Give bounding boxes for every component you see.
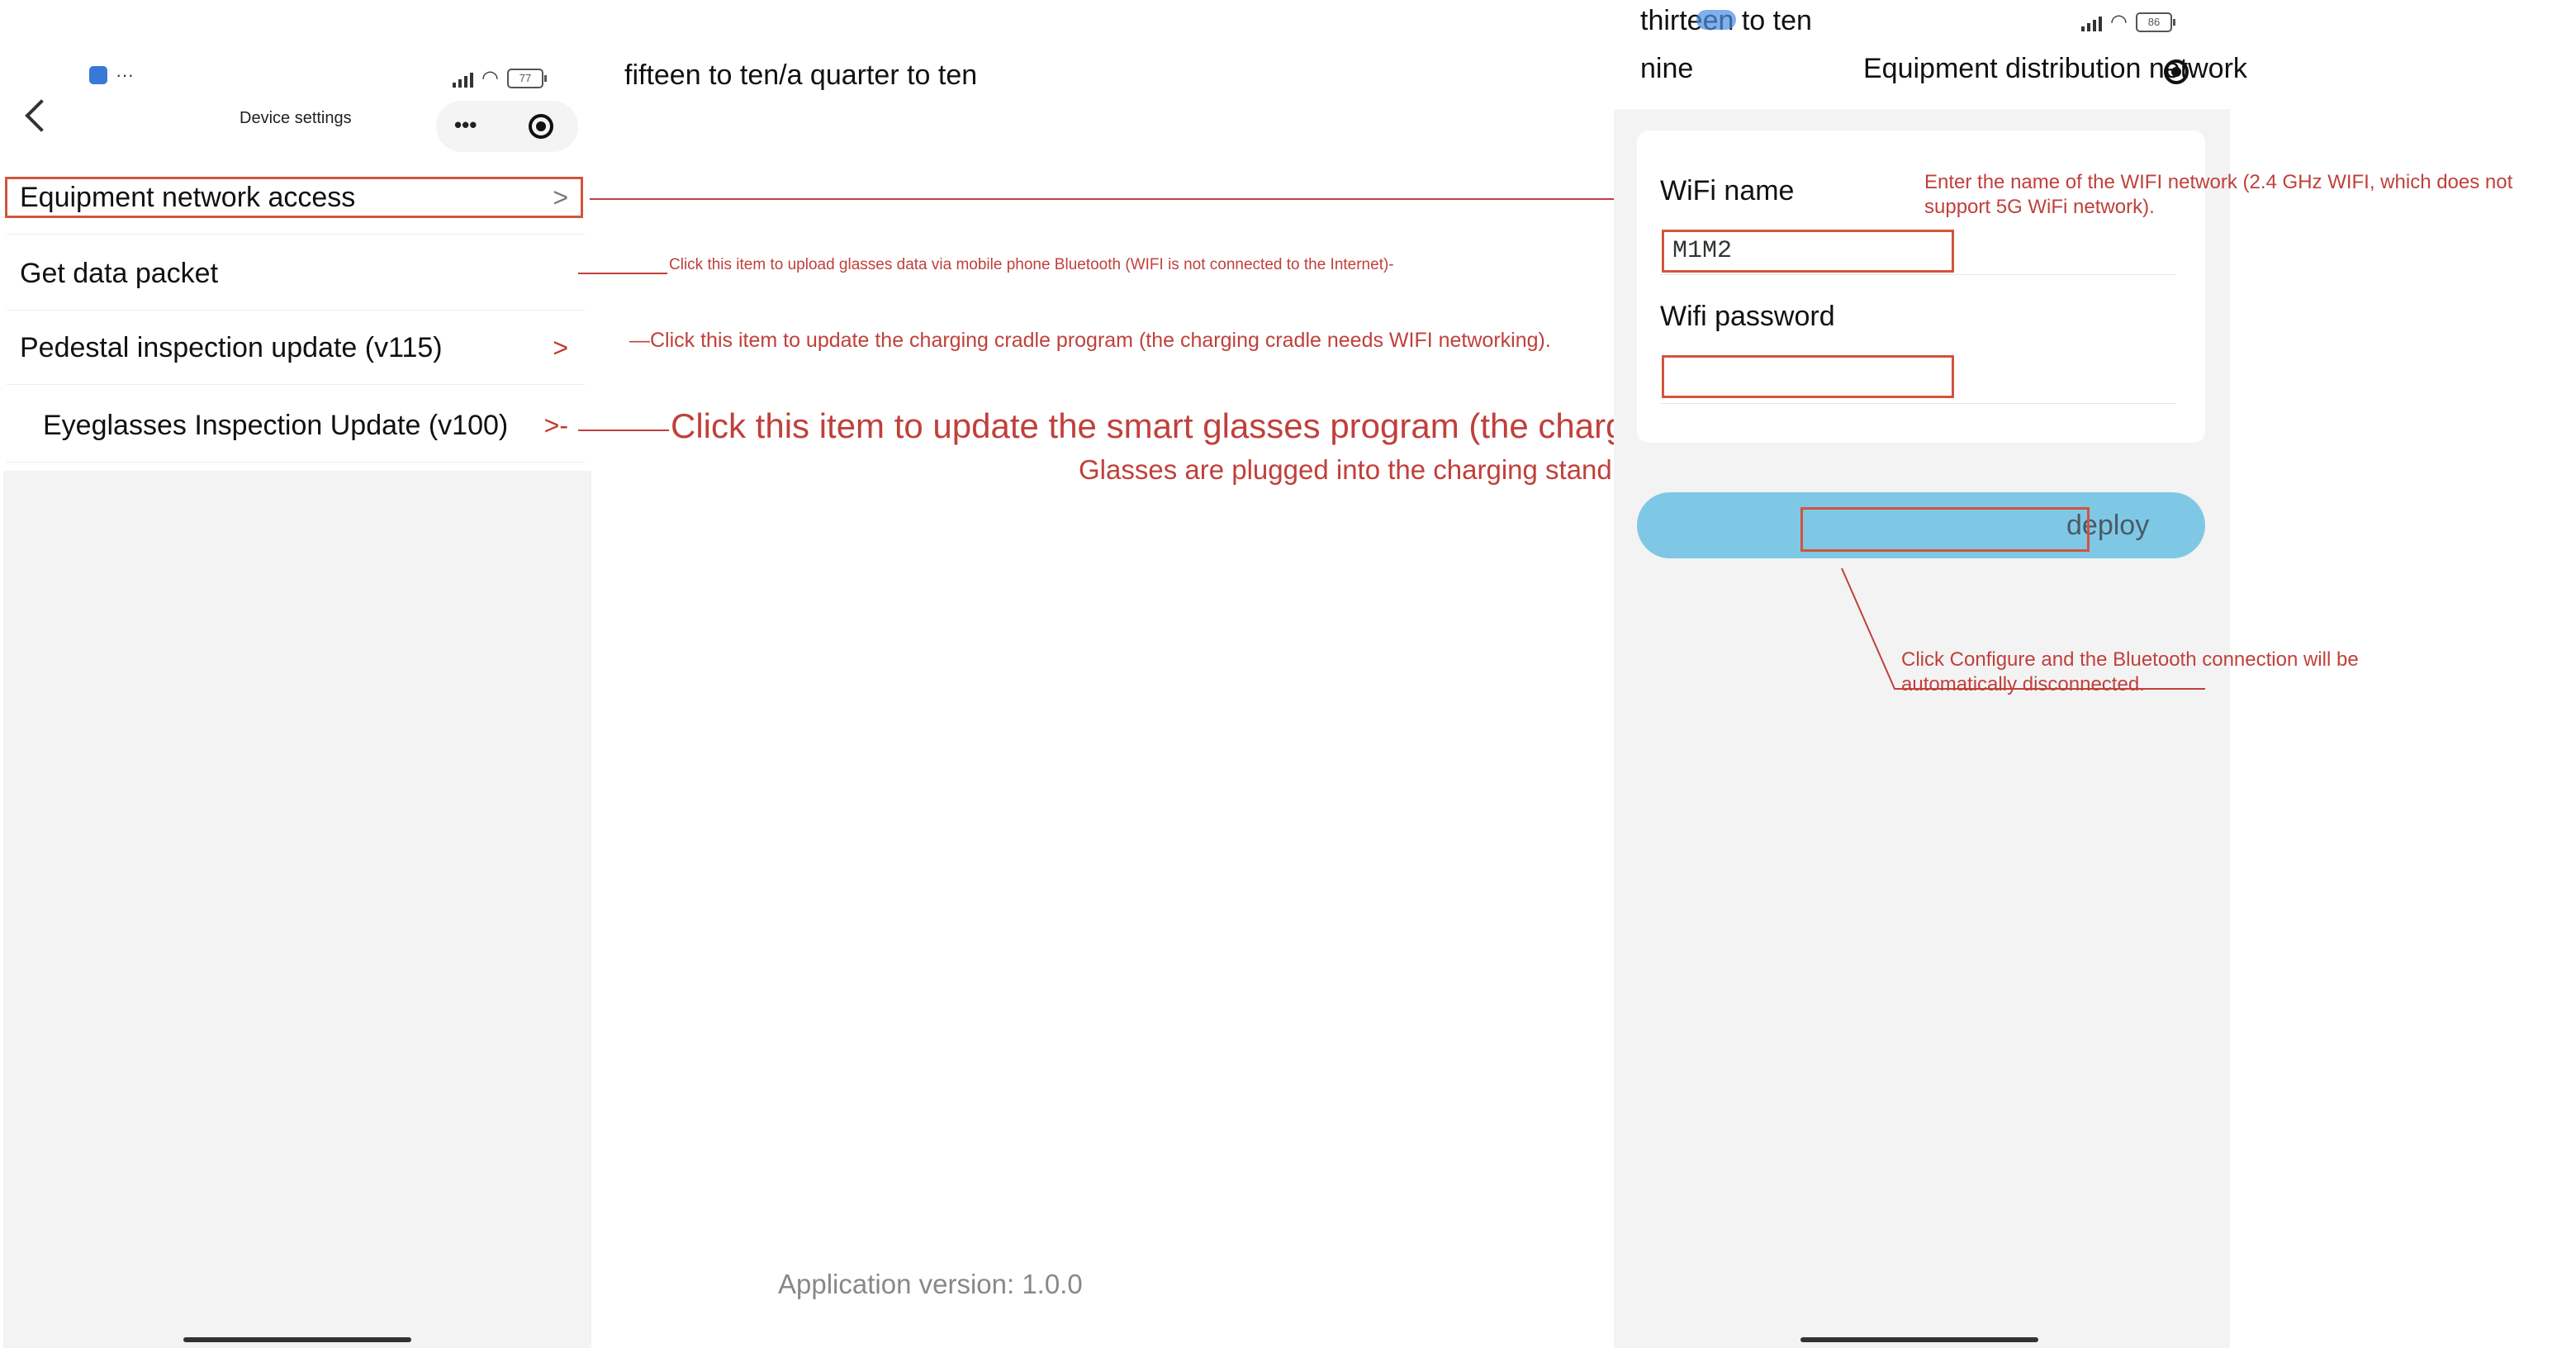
menu-item-pedestal-update[interactable]: Pedestal inspection update (v115) > bbox=[7, 312, 585, 385]
battery-icon: 77 bbox=[506, 68, 547, 88]
right-close-dot bbox=[2171, 67, 2181, 77]
chevron-right-icon: >- bbox=[543, 411, 568, 440]
menu-item-get-data-packet[interactable]: Get data packet bbox=[7, 238, 585, 311]
left-status-bar: ··· bbox=[89, 64, 134, 86]
wifi-password-input[interactable] bbox=[1662, 355, 1954, 398]
right-status-icons: ◠ 86 bbox=[2081, 10, 2175, 34]
close-miniprogram-dot bbox=[536, 121, 546, 131]
highlight-box-deploy bbox=[1800, 507, 2090, 552]
menu-item-label: Get data packet bbox=[20, 258, 219, 289]
annotation-pedestal: —Click this item to update the charging … bbox=[629, 329, 1551, 352]
time-text-left: fifteen to ten/a quarter to ten bbox=[624, 59, 978, 91]
app-icon bbox=[89, 66, 107, 84]
right-status-indicator bbox=[1696, 10, 1736, 30]
chevron-right-icon: > bbox=[553, 333, 568, 363]
menu-item-label: Eyeglasses Inspection Update (v100) bbox=[43, 410, 509, 441]
annotation-deploy: Click Configure and the Bluetooth connec… bbox=[1901, 648, 2359, 695]
app-dots: ··· bbox=[116, 64, 134, 85]
wifi-icon: ◠ bbox=[2110, 11, 2128, 33]
left-status-icons: ◠ 77 bbox=[453, 66, 547, 90]
arrow-line-eyeglasses bbox=[578, 430, 669, 431]
left-home-indicator bbox=[183, 1337, 411, 1342]
wifi-password-label: Wifi password bbox=[1660, 301, 1835, 332]
connector-line-network-access bbox=[590, 198, 1630, 200]
app-version: Application version: 1.0.0 bbox=[778, 1269, 1083, 1299]
menu-item-label: Pedestal inspection update (v115) bbox=[20, 332, 443, 363]
signal-icon bbox=[2081, 13, 2102, 31]
highlight-box-network-access bbox=[5, 177, 583, 218]
wifi-name-label: WiFi name bbox=[1660, 175, 1795, 206]
close-miniprogram-icon[interactable] bbox=[529, 114, 553, 139]
page-title: Device settings bbox=[240, 109, 352, 127]
right-time-line2: nine bbox=[1640, 53, 1694, 84]
right-home-indicator bbox=[1800, 1337, 2038, 1342]
annotation-get-data: Click this item to upload glasses data v… bbox=[669, 256, 1394, 273]
menu-item-eyeglasses-update[interactable]: Eyeglasses Inspection Update (v100) >- bbox=[7, 390, 585, 463]
right-page-title: Equipment distribution network bbox=[1863, 53, 2247, 84]
battery-icon: 86 bbox=[2135, 12, 2175, 32]
wifi-name-divider bbox=[1660, 274, 2175, 275]
wifi-password-divider bbox=[1660, 403, 2175, 404]
annotation-wifi-name: Enter the name of the WIFI network (2.4 … bbox=[1924, 171, 2513, 218]
wifi-icon: ◠ bbox=[482, 67, 499, 89]
more-icon[interactable]: ••• bbox=[454, 112, 477, 138]
wifi-name-input[interactable] bbox=[1662, 230, 1954, 273]
signal-icon bbox=[453, 69, 473, 88]
left-phone-body bbox=[3, 471, 591, 1348]
right-close-icon[interactable] bbox=[2164, 59, 2189, 84]
arrow-line-get-data bbox=[578, 273, 667, 274]
